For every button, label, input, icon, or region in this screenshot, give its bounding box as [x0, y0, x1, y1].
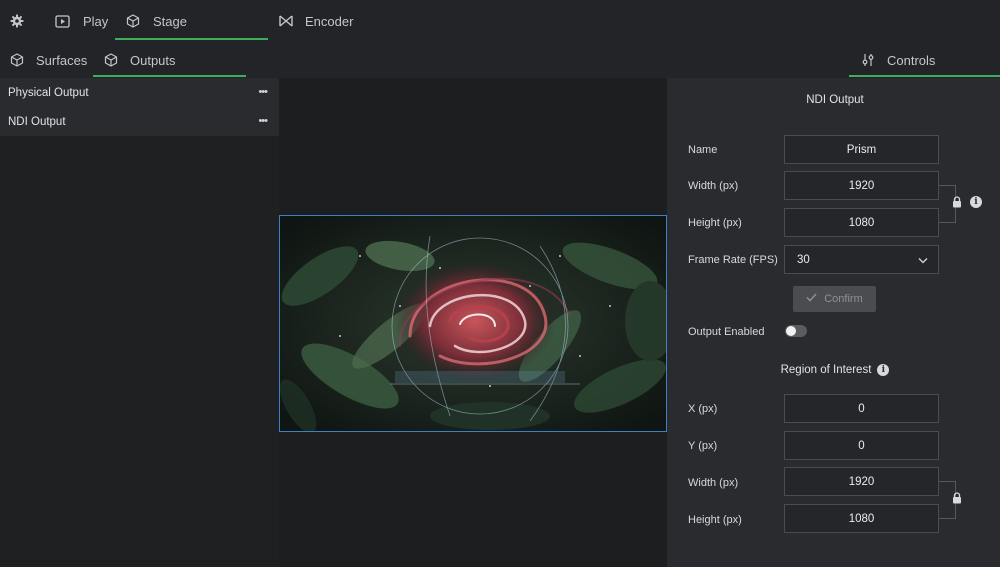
panel-title: NDI Output	[806, 94, 864, 106]
info-icon[interactable]: i	[970, 196, 982, 208]
roi-width-field[interactable]: 1920	[784, 467, 939, 496]
stage-active-underline	[115, 38, 268, 40]
check-icon	[806, 293, 817, 305]
fps-label: Frame Rate (FPS)	[688, 254, 778, 266]
controls-panel: NDI Output Name Prism Width (px) 1920 He…	[667, 78, 1000, 567]
sub-nav-bar: Surfaces Outputs Controls	[0, 42, 1000, 78]
tab-encoder[interactable]: Encoder	[279, 0, 353, 42]
play-square-icon	[55, 14, 70, 28]
more-menu-icon[interactable]: •••	[258, 86, 268, 98]
height-label: Height (px)	[688, 217, 742, 229]
info-icon[interactable]: i	[877, 364, 890, 376]
list-item[interactable]: NDI Output •••	[0, 107, 279, 136]
tab-play-label: Play	[83, 13, 109, 29]
tab-outputs-label: Outputs	[130, 52, 176, 68]
preview-image	[280, 216, 666, 431]
roi-heading: Region of Interest i	[667, 364, 1000, 376]
cube-icon	[126, 14, 140, 28]
confirm-label: Confirm	[824, 293, 863, 305]
output-name: Physical Output	[8, 86, 89, 99]
outputs-active-underline	[93, 75, 246, 77]
cube-icon	[10, 53, 24, 67]
name-label: Name	[688, 144, 718, 156]
roi-width-label: Width (px)	[688, 477, 739, 489]
tab-controls-label: Controls	[887, 52, 936, 68]
more-menu-icon[interactable]: •••	[258, 115, 268, 127]
top-nav-bar: Play Stage Encoder	[0, 0, 1000, 42]
sliders-icon	[861, 53, 875, 67]
output-name: NDI Output	[8, 115, 66, 128]
tab-surfaces[interactable]: Surfaces	[10, 42, 87, 78]
tab-stage[interactable]: Stage	[126, 0, 187, 42]
tab-outputs[interactable]: Outputs	[104, 42, 176, 78]
roi-y-field[interactable]: 0	[784, 431, 939, 460]
confirm-button[interactable]: Confirm	[793, 286, 876, 312]
settings-button[interactable]	[10, 0, 24, 42]
stage-canvas[interactable]	[279, 78, 667, 567]
fps-select[interactable]: 30	[784, 245, 939, 274]
outputs-list: Physical Output ••• NDI Output •••	[0, 78, 279, 567]
output-preview[interactable]	[279, 215, 667, 432]
height-field[interactable]: 1080	[784, 208, 939, 237]
roi-x-label: X (px)	[688, 403, 718, 415]
lock-icon[interactable]	[952, 196, 962, 211]
tab-encoder-label: Encoder	[305, 13, 354, 29]
cube-icon	[104, 53, 118, 67]
list-item[interactable]: Physical Output •••	[0, 78, 279, 107]
roi-height-field[interactable]: 1080	[784, 504, 939, 533]
bowtie-icon	[279, 15, 293, 27]
controls-active-underline	[849, 75, 1000, 77]
roi-y-label: Y (px)	[688, 440, 718, 452]
output-enabled-label: Output Enabled	[688, 326, 765, 338]
fps-value: 30	[797, 253, 810, 266]
output-enabled-toggle[interactable]	[785, 325, 807, 337]
tab-stage-label: Stage	[153, 13, 187, 29]
gear-icon	[10, 14, 24, 28]
chevron-down-icon	[918, 255, 928, 267]
width-label: Width (px)	[688, 180, 739, 192]
toggle-knob	[786, 326, 796, 336]
tab-controls[interactable]: Controls	[861, 42, 935, 78]
lock-icon[interactable]	[952, 492, 962, 507]
width-field[interactable]: 1920	[784, 171, 939, 200]
name-field[interactable]: Prism	[784, 135, 939, 164]
tab-play[interactable]: Play	[55, 0, 108, 42]
tab-surfaces-label: Surfaces	[36, 52, 88, 68]
roi-height-label: Height (px)	[688, 514, 742, 526]
roi-x-field[interactable]: 0	[784, 394, 939, 423]
roi-title: Region of Interest	[780, 364, 872, 376]
